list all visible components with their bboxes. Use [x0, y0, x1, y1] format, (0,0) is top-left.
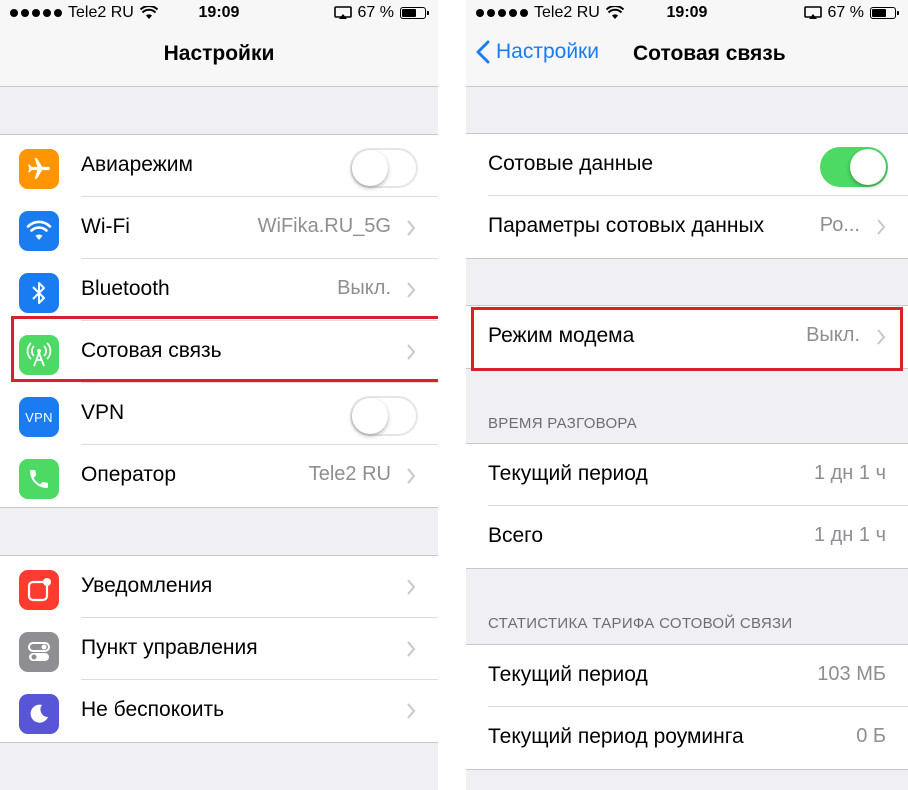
call-time-group: Текущий период 1 дн 1 ч Всего 1 дн 1 ч [466, 443, 908, 569]
settings-group-notifications: Уведомления Пункт управления Не беспокои… [0, 555, 438, 743]
phone-icon [19, 459, 59, 499]
chevron-right-icon [407, 703, 416, 719]
personal-hotspot-row[interactable]: Режим модема Выкл. [466, 306, 908, 368]
airplane-mode-toggle[interactable] [350, 148, 418, 188]
bluetooth-icon [19, 273, 59, 313]
battery-percent: 67 % [827, 4, 864, 21]
settings-row-cellular[interactable]: Сотовая связь [0, 321, 438, 383]
settings-row-carrier[interactable]: Оператор Tele2 RU [0, 445, 438, 507]
row-label: VPN [81, 401, 125, 424]
settings-row-wifi[interactable]: Wi-Fi WiFika.RU_5G [0, 197, 438, 259]
row-label: Не беспокоить [81, 698, 225, 721]
battery-icon [870, 7, 899, 19]
screen-mirroring-icon [333, 6, 352, 19]
cellular-antenna-icon [19, 335, 59, 375]
row-value: Ро... [819, 214, 860, 236]
battery-percent: 67 % [357, 4, 394, 21]
page-title: Настройки [163, 42, 275, 65]
cellular-screen: Tele2 RU 19:09 67 % Настройки Сотовая св… [466, 0, 908, 790]
chevron-right-icon [407, 641, 416, 657]
row-label: Всего [488, 524, 544, 547]
row-value: Tele2 RU [308, 463, 391, 485]
chevron-right-icon [877, 329, 886, 345]
tariff-stats-group: Текущий период 103 МБ Текущий период роу… [466, 644, 908, 770]
chevron-right-icon [407, 344, 416, 360]
vpn-icon: VPN [19, 397, 59, 437]
row-label: Текущий период роуминга [488, 725, 744, 748]
back-button-label: Настройки [496, 40, 599, 63]
call-time-total-row: Всего 1 дн 1 ч [466, 506, 908, 568]
airplane-icon [19, 149, 59, 189]
settings-row-vpn[interactable]: VPN VPN [0, 383, 438, 445]
chevron-right-icon [877, 219, 886, 235]
screen-mirroring-icon [803, 6, 822, 19]
chevron-right-icon [407, 220, 416, 236]
row-label: Оператор [81, 463, 177, 486]
battery-icon [400, 7, 429, 19]
settings-row-airplane[interactable]: Авиарежим [0, 135, 438, 197]
cellular-data-row[interactable]: Сотовые данные [466, 134, 908, 196]
control-center-icon [19, 632, 59, 672]
settings-row-do-not-disturb[interactable]: Не беспокоить [0, 680, 438, 742]
settings-row-bluetooth[interactable]: Bluetooth Выкл. [0, 259, 438, 321]
row-label: Сотовая связь [81, 339, 222, 362]
settings-screen: Tele2 RU 19:09 67 % Настройки Авиарежим … [0, 0, 438, 790]
section-header-call-time: ВРЕМЯ РАЗГОВОРА [488, 415, 638, 432]
row-value: 1 дн 1 ч [813, 524, 886, 546]
data-usage-roaming-row: Текущий период роуминга 0 Б [466, 707, 908, 769]
vpn-toggle[interactable] [350, 396, 418, 436]
navigation-bar: Настройки Сотовая связь [466, 30, 908, 87]
row-value: Выкл. [337, 277, 391, 299]
row-label: Пункт управления [81, 636, 258, 659]
row-label: Bluetooth [81, 277, 170, 300]
row-label: Сотовые данные [488, 152, 654, 175]
row-label: Текущий период [488, 462, 648, 485]
chevron-left-icon [476, 40, 490, 64]
status-bar: Tele2 RU 19:09 67 % [466, 0, 908, 30]
chevron-right-icon [407, 468, 416, 484]
cellular-data-options-row[interactable]: Параметры сотовых данных Ро... [466, 196, 908, 258]
call-time-current-row: Текущий период 1 дн 1 ч [466, 444, 908, 506]
row-label: Wi-Fi [81, 215, 130, 238]
row-value: 1 дн 1 ч [813, 462, 886, 484]
section-header-tariff: СТАТИСТИКА ТАРИФА СОТОВОЙ СВЯЗИ [488, 615, 793, 632]
row-label: Текущий период [488, 663, 648, 686]
data-usage-current-row: Текущий период 103 МБ [466, 645, 908, 707]
wifi-icon [19, 211, 59, 251]
status-bar: Tele2 RU 19:09 67 % [0, 0, 438, 30]
notifications-icon [19, 570, 59, 610]
row-value: 103 МБ [817, 663, 886, 685]
page-title: Сотовая связь [633, 42, 786, 65]
row-label: Уведомления [81, 574, 213, 597]
row-value: WiFika.RU_5G [257, 215, 391, 237]
settings-row-notifications[interactable]: Уведомления [0, 556, 438, 618]
cellular-data-group: Сотовые данные Параметры сотовых данных … [466, 133, 908, 259]
navigation-bar: Настройки [0, 30, 438, 87]
row-label: Авиарежим [81, 153, 193, 176]
row-value: Выкл. [806, 324, 860, 346]
personal-hotspot-group: Режим модема Выкл. [466, 305, 908, 369]
cellular-data-toggle[interactable] [820, 147, 888, 187]
row-label: Режим модема [488, 324, 635, 347]
chevron-right-icon [407, 282, 416, 298]
row-value: 0 Б [856, 725, 886, 747]
settings-row-control-center[interactable]: Пункт управления [0, 618, 438, 680]
moon-icon [19, 694, 59, 734]
settings-group-connectivity: Авиарежим Wi-Fi WiFika.RU_5G Bluetooth В… [0, 134, 438, 508]
chevron-right-icon [407, 579, 416, 595]
back-button[interactable]: Настройки [476, 40, 599, 64]
row-label: Параметры сотовых данных [488, 214, 765, 237]
